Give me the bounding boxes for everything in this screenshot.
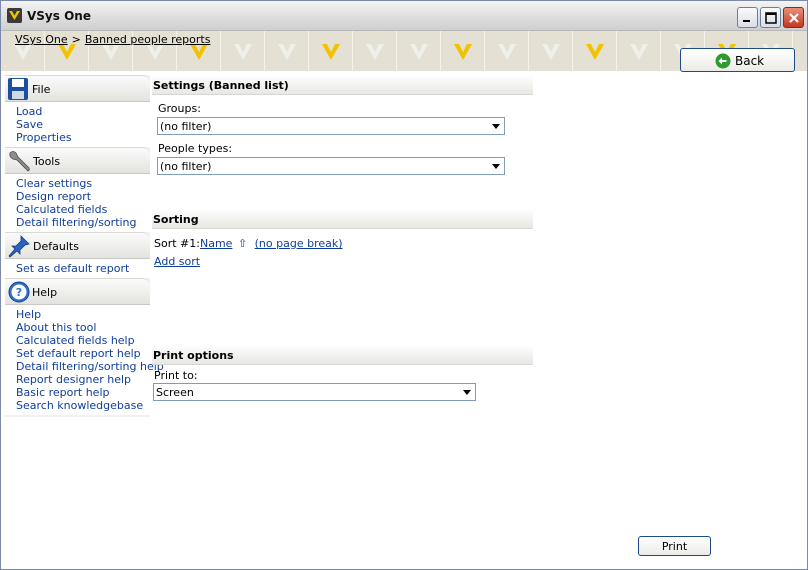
add-sort-link[interactable]: Add sort xyxy=(154,255,200,268)
sidebar-item-help[interactable]: Help xyxy=(16,308,150,321)
people-types-dropdown[interactable]: (no filter) xyxy=(157,157,505,175)
banner-tile xyxy=(441,31,485,71)
settings-heading: Settings (Banned list) xyxy=(152,75,533,95)
sort-row-1: Sort #1:Name ⇧ (no page break) xyxy=(154,237,343,250)
wrench-icon xyxy=(9,151,30,172)
sidebar-item-calculated-fields[interactable]: Calculated fields xyxy=(16,203,150,216)
banner-tile xyxy=(221,31,265,71)
pushpin-icon xyxy=(8,235,30,258)
chevron-down-icon xyxy=(489,159,503,173)
sidebar-item-report-designer-help[interactable]: Report designer help xyxy=(16,373,150,386)
people-types-label: People types: xyxy=(158,142,233,155)
sidebar-item-search-knowledgebase[interactable]: Search knowledgebase xyxy=(16,399,150,412)
sidebar-tools-title: Tools xyxy=(33,155,61,168)
sidebar-tools-items: Clear settings Design report Calculated … xyxy=(5,174,150,232)
print-to-dropdown-value: Screen xyxy=(156,386,194,399)
breadcrumb-current-link[interactable]: Banned people reports xyxy=(85,33,211,46)
banner-tile xyxy=(573,31,617,71)
sidebar-file-title: File xyxy=(32,83,51,96)
sidebar-item-set-default-report[interactable]: Set as default report xyxy=(16,262,150,275)
banner-tile xyxy=(265,31,309,71)
sidebar-section-file[interactable]: File xyxy=(5,75,150,102)
sorting-heading: Sorting xyxy=(152,209,533,229)
sidebar-defaults-items: Set as default report xyxy=(5,259,150,278)
sidebar-item-detail-filtering-help[interactable]: Detail filtering/sorting help xyxy=(16,360,164,373)
banner-tile xyxy=(353,31,397,71)
print-button-label: Print xyxy=(661,540,688,553)
maximize-button[interactable] xyxy=(760,7,781,28)
back-arrow-icon xyxy=(715,53,731,69)
sort-1-field-link[interactable]: Name xyxy=(200,237,232,250)
close-button[interactable] xyxy=(783,7,804,28)
sidebar-file-items: Load Save Properties xyxy=(5,102,150,147)
title-bar[interactable]: VSys One xyxy=(1,1,807,31)
print-options-heading: Print options xyxy=(152,345,533,365)
groups-label: Groups: xyxy=(158,102,201,115)
sidebar-item-about[interactable]: About this tool xyxy=(16,321,150,334)
sidebar: File Load Save Properties Tools Clear se… xyxy=(5,75,164,417)
print-to-dropdown[interactable]: Screen xyxy=(153,383,476,401)
sort-1-page-break-link[interactable]: (no page break) xyxy=(255,237,343,250)
banner-tile xyxy=(529,31,573,71)
breadcrumb: VSys One > Banned people reports xyxy=(15,33,210,46)
people-types-dropdown-value: (no filter) xyxy=(160,160,212,173)
breadcrumb-home-link[interactable]: VSys One xyxy=(15,33,68,46)
sidebar-item-basic-report-help[interactable]: Basic report help xyxy=(16,386,150,399)
sidebar-help-items: Help About this tool Calculated fields h… xyxy=(5,305,164,415)
sidebar-item-properties[interactable]: Properties xyxy=(16,131,150,144)
banner-tile xyxy=(485,31,529,71)
sidebar-section-defaults[interactable]: Defaults xyxy=(5,232,150,259)
floppy-disk-icon xyxy=(8,78,28,100)
print-button[interactable]: Print xyxy=(638,536,711,556)
back-button-label: Back xyxy=(735,54,765,68)
chevron-down-icon xyxy=(489,119,503,133)
banner-tile xyxy=(309,31,353,71)
sidebar-item-detail-filtering[interactable]: Detail filtering/sorting xyxy=(16,216,150,229)
banner-tile xyxy=(617,31,661,71)
sidebar-item-save[interactable]: Save xyxy=(16,118,150,131)
sidebar-help-title: Help xyxy=(32,286,58,299)
sidebar-item-design-report[interactable]: Design report xyxy=(16,190,150,203)
sidebar-item-load[interactable]: Load xyxy=(16,105,150,118)
breadcrumb-separator: > xyxy=(71,33,81,46)
app-window: VSys One VSys One > Banned people report… xyxy=(0,0,808,570)
sidebar-section-tools[interactable]: Tools xyxy=(5,147,150,174)
chevron-down-icon xyxy=(460,385,474,399)
sort-1-prefix: Sort #1: xyxy=(154,237,200,250)
sidebar-defaults-title: Defaults xyxy=(33,240,79,253)
window-title: VSys One xyxy=(27,9,91,23)
sidebar-section-help[interactable]: ? Help xyxy=(5,278,150,305)
sidebar-item-calculated-fields-help[interactable]: Calculated fields help xyxy=(16,334,150,347)
groups-dropdown[interactable]: (no filter) xyxy=(157,117,505,135)
print-to-label: Print to: xyxy=(154,369,198,382)
sidebar-item-clear-settings[interactable]: Clear settings xyxy=(16,177,150,190)
banner-tile xyxy=(793,31,807,71)
svg-text:?: ? xyxy=(16,286,22,299)
sidebar-item-set-default-report-help[interactable]: Set default report help xyxy=(16,347,150,360)
groups-dropdown-value: (no filter) xyxy=(160,120,212,133)
app-logo-icon xyxy=(7,8,22,23)
sort-direction-up-arrow-icon[interactable]: ⇧ xyxy=(238,237,247,250)
back-button[interactable]: Back xyxy=(680,48,795,72)
help-icon: ? xyxy=(8,281,30,303)
minimize-button[interactable] xyxy=(737,7,758,28)
banner-tile xyxy=(397,31,441,71)
